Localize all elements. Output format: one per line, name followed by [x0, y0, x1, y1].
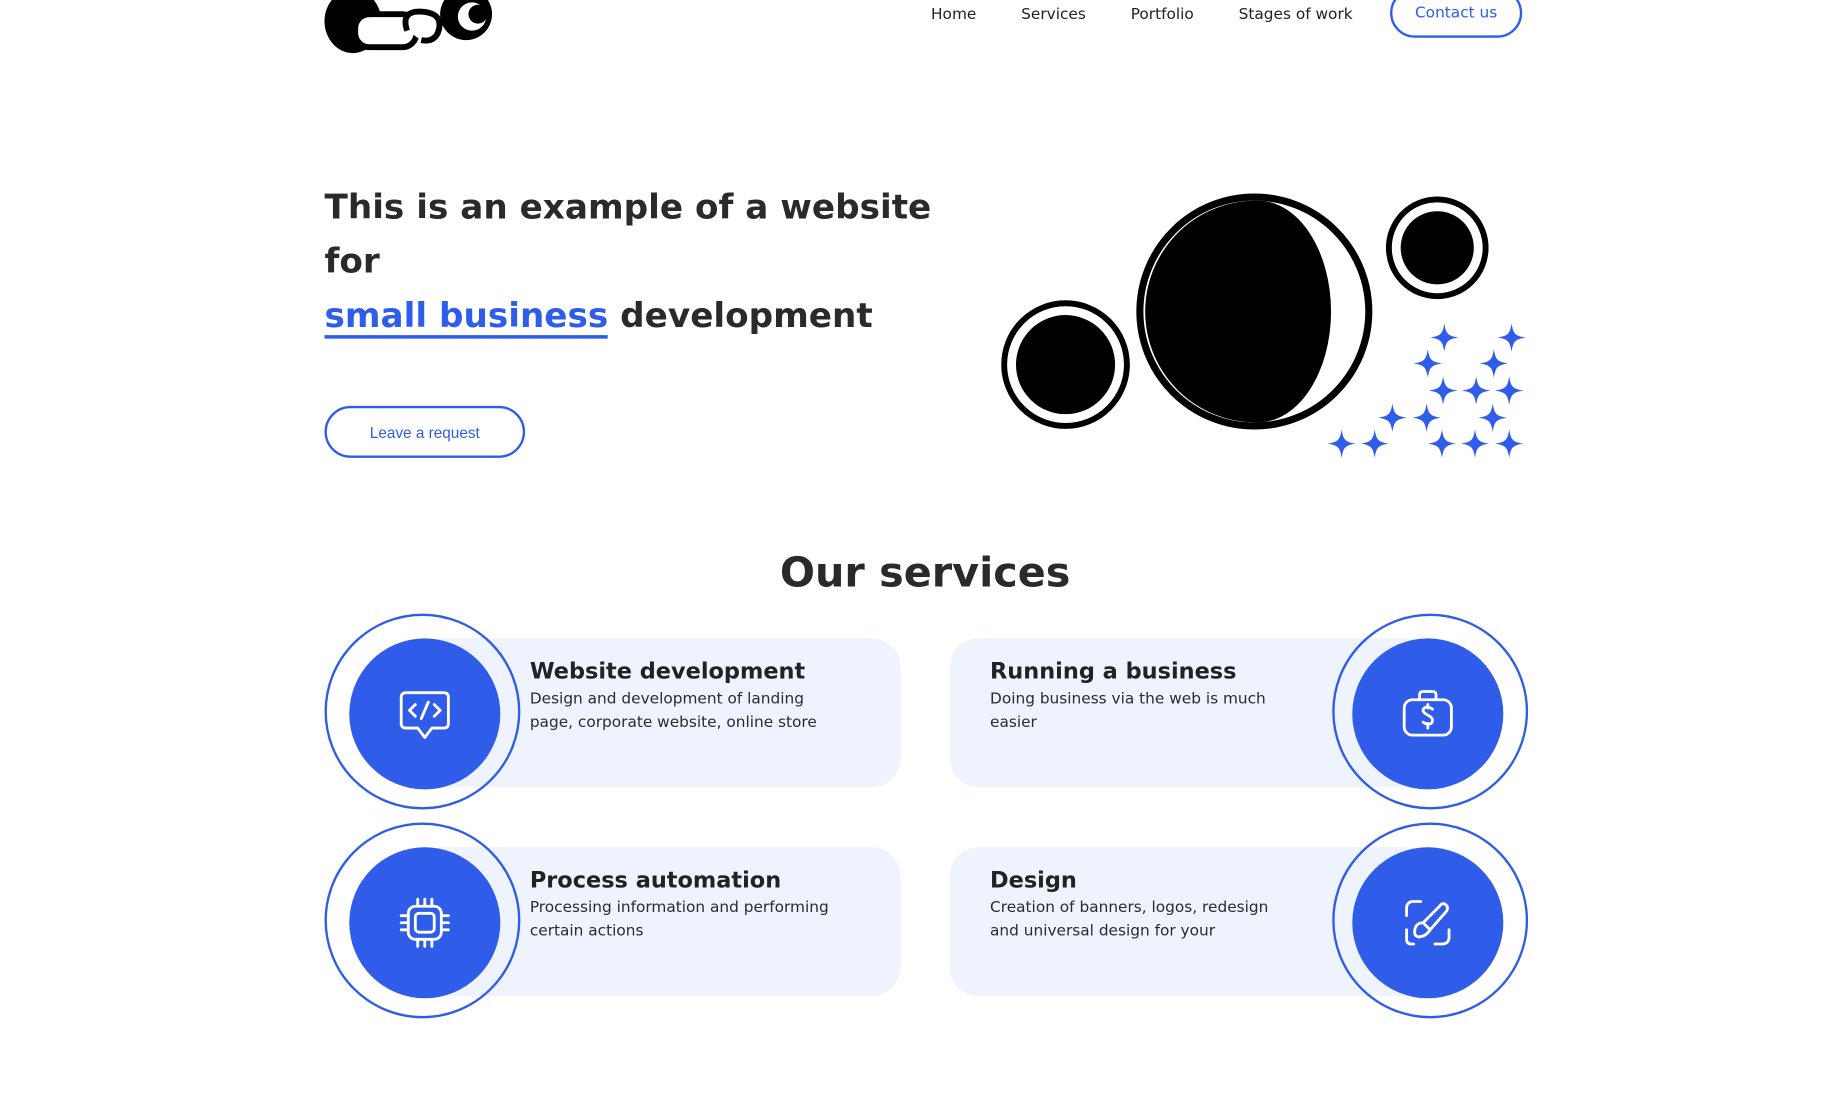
- main-nav: Home Services Portfolio Stages of work: [931, 0, 1397, 28]
- contact-us-button[interactable]: Contact us: [1390, 0, 1523, 38]
- card-description: Processing information and performing ce…: [529, 899, 829, 941]
- page: Home Services Portfolio Stages of work C…: [0, 0, 1847, 1114]
- moon: [1136, 193, 1373, 430]
- chip-icon: [399, 897, 450, 948]
- leave-request-button[interactable]: Leave a request: [324, 405, 526, 458]
- card-title: Website development: [529, 658, 806, 685]
- icon-disc: [1352, 638, 1504, 790]
- service-card-design[interactable]: Design Creation of banners, logos, redes…: [949, 822, 1529, 1023]
- hero-title-end: development: [620, 295, 873, 336]
- nav-portfolio[interactable]: Portfolio: [1131, 5, 1194, 23]
- card-title: Design: [990, 867, 1077, 894]
- code-chat-icon: [399, 691, 450, 739]
- nav-home[interactable]: Home: [931, 5, 976, 23]
- hero-title: This is an example of a website for smal…: [324, 179, 986, 342]
- card-title: Process automation: [529, 867, 782, 894]
- card-description: Doing business via the web is much easie…: [990, 690, 1266, 732]
- nav-services[interactable]: Services: [1021, 5, 1086, 23]
- nav-stages-of-work[interactable]: Stages of work: [1239, 5, 1353, 23]
- planet-right: [1385, 196, 1489, 300]
- icon-disc: [349, 847, 501, 999]
- service-card-running-a-business[interactable]: Running a business Doing business via th…: [949, 613, 1529, 815]
- hero-illustration: [1001, 193, 1526, 458]
- brush-icon: [1405, 900, 1451, 946]
- card-description: Creation of banners, logos, redesign and…: [990, 899, 1269, 941]
- card-title: Running a business: [990, 658, 1237, 685]
- hero-title-highlight: small business: [324, 294, 609, 339]
- money-briefcase-icon: [1402, 690, 1453, 737]
- icon-disc: [349, 638, 501, 790]
- logo-icon[interactable]: [324, 0, 514, 54]
- service-card-process-automation[interactable]: Process automation Processing informatio…: [324, 822, 903, 1023]
- service-card-website-development[interactable]: Website development Design and developme…: [324, 613, 903, 815]
- icon-disc: [1352, 847, 1504, 999]
- services-title: Our services: [779, 549, 1071, 598]
- card-description: Design and development of landing page, …: [529, 690, 817, 732]
- planet-left: [1001, 300, 1130, 429]
- hero-title-start: This is an example of a website for: [324, 186, 932, 281]
